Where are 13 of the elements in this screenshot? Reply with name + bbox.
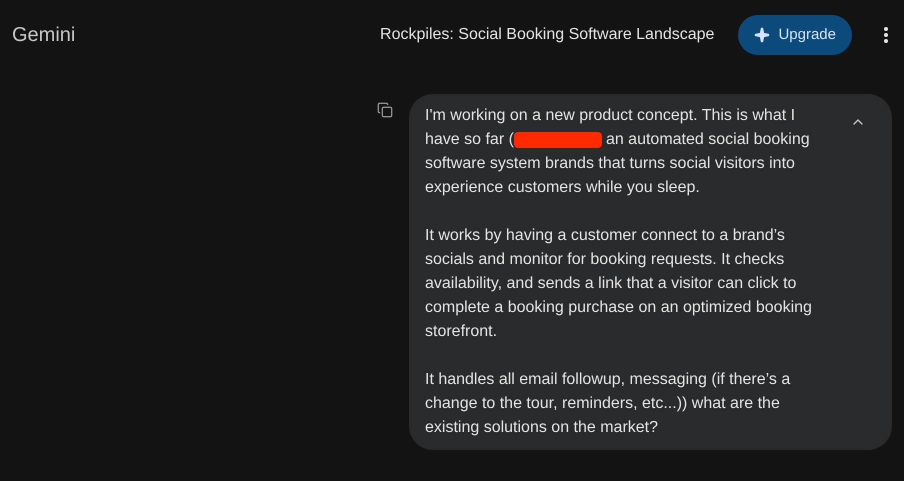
message-text: have so far ( bbox=[425, 130, 514, 150]
message-paragraph: It handles all email followup, messaging (if there’s a change to the tour, reminders, etc...)) what are the existing solutions on the market? bbox=[425, 370, 792, 438]
message-text: an automated social booking bbox=[606, 130, 810, 150]
app-name: Gemini bbox=[12, 23, 76, 48]
message-text: software system brands that turns social visitors into experience customers while you sleep. bbox=[425, 154, 796, 198]
more-icon bbox=[884, 27, 888, 43]
sparkle-icon bbox=[754, 27, 770, 43]
copy-button[interactable] bbox=[377, 102, 393, 118]
copy-icon bbox=[377, 102, 393, 118]
message-text: I'm working on a new product concept. This is what I bbox=[425, 106, 796, 126]
message-paragraph: It works by having a customer connect to a brand’s socials and monitor for booking requests. It checks availability, and sends a link that a visitor can click to complete a booking purchase on an optimized booking storefront. bbox=[425, 226, 813, 342]
conversation-title: Rockpiles: Social Booking Software Landscape bbox=[380, 25, 714, 45]
upgrade-button[interactable]: Upgrade bbox=[738, 15, 852, 55]
